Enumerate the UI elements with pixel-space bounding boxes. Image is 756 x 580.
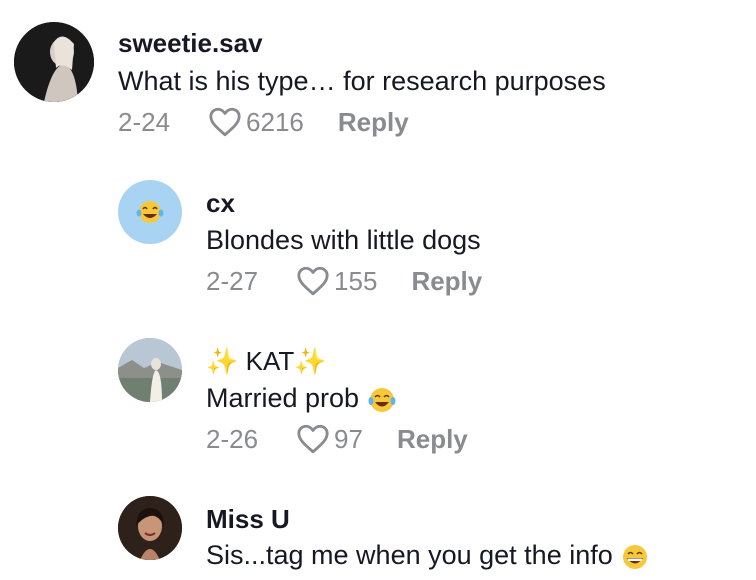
comment-date: 2-26 xyxy=(206,423,259,454)
like-count: 6216 xyxy=(246,106,304,137)
grinning-face-icon xyxy=(623,544,648,569)
comment-text: What is his type… for research purposes xyxy=(118,66,606,96)
like-button[interactable]: 97 xyxy=(296,423,363,455)
comment-date: 2-27 xyxy=(206,265,259,296)
comment-username[interactable]: cx xyxy=(206,188,235,219)
comment-text: Blondes with little dogs xyxy=(206,225,481,255)
comment-text-content: Married prob xyxy=(206,383,360,413)
face-with-tears-of-joy-icon xyxy=(136,201,164,223)
comment-meta: 2-26 97 Reply xyxy=(206,423,468,455)
heart-icon xyxy=(297,266,329,296)
comment-text: Sis...tag me when you get the info xyxy=(206,540,650,572)
reply-button[interactable]: Reply xyxy=(338,107,409,138)
avatar[interactable] xyxy=(118,496,182,560)
avatar[interactable] xyxy=(118,180,182,244)
reply-button[interactable]: Reply xyxy=(411,266,482,297)
avatar[interactable] xyxy=(14,22,94,102)
comment-text-content: Sis...tag me when you get the info xyxy=(206,540,613,570)
like-count: 97 xyxy=(334,423,363,454)
heart-icon xyxy=(297,424,329,454)
comment-text: Married prob xyxy=(206,383,397,415)
comment-meta: 2-27 155 Reply xyxy=(206,265,482,297)
comment-username[interactable]: Miss U xyxy=(206,504,290,535)
like-count: 155 xyxy=(334,265,378,296)
heart-icon xyxy=(209,107,241,137)
comment-date: 2-24 xyxy=(118,106,171,137)
comment-meta: 2-24 6216 Reply xyxy=(118,106,409,138)
avatar[interactable] xyxy=(118,338,182,402)
like-button[interactable]: 6216 xyxy=(208,106,304,138)
like-button[interactable]: 155 xyxy=(296,265,377,297)
comment-username[interactable]: ✨ KAT✨ xyxy=(206,346,327,377)
comment-username[interactable]: sweetie.sav xyxy=(118,28,263,59)
reply-button[interactable]: Reply xyxy=(397,424,468,455)
face-with-tears-of-joy-icon xyxy=(368,387,396,412)
